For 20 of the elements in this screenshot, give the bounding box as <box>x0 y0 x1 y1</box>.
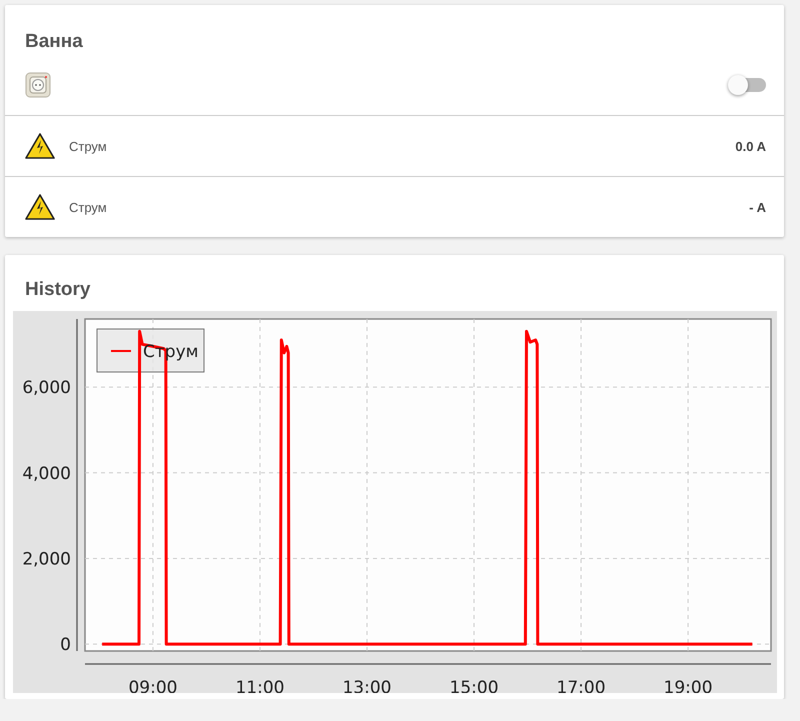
toggle-switch[interactable] <box>730 78 766 92</box>
sensor-value: - A <box>749 200 766 214</box>
sensor-label: Струм <box>69 200 108 214</box>
y-tick-label: 0 <box>60 635 71 656</box>
x-tick-label: 11:00 <box>235 678 284 693</box>
card-title: History <box>24 278 92 302</box>
x-tick-label: 15:00 <box>450 678 499 693</box>
card-title: Ванна <box>24 30 84 54</box>
x-tick-label: 09:00 <box>128 678 178 693</box>
warning-icon <box>25 133 55 159</box>
x-tick-label: 17:00 <box>556 678 606 693</box>
y-tick-label: 6,000 <box>22 378 71 398</box>
sensor-value: 0.0 A <box>735 138 766 154</box>
warning-icon <box>25 194 55 220</box>
x-tick-label: 13:00 <box>342 678 392 693</box>
y-tick-label: 2,000 <box>22 549 71 570</box>
x-tick-label: 19:00 <box>664 678 713 693</box>
power-socket-icon <box>25 72 51 98</box>
y-tick-label: 4,000 <box>22 464 71 484</box>
sensor-label: Струм <box>69 138 108 154</box>
